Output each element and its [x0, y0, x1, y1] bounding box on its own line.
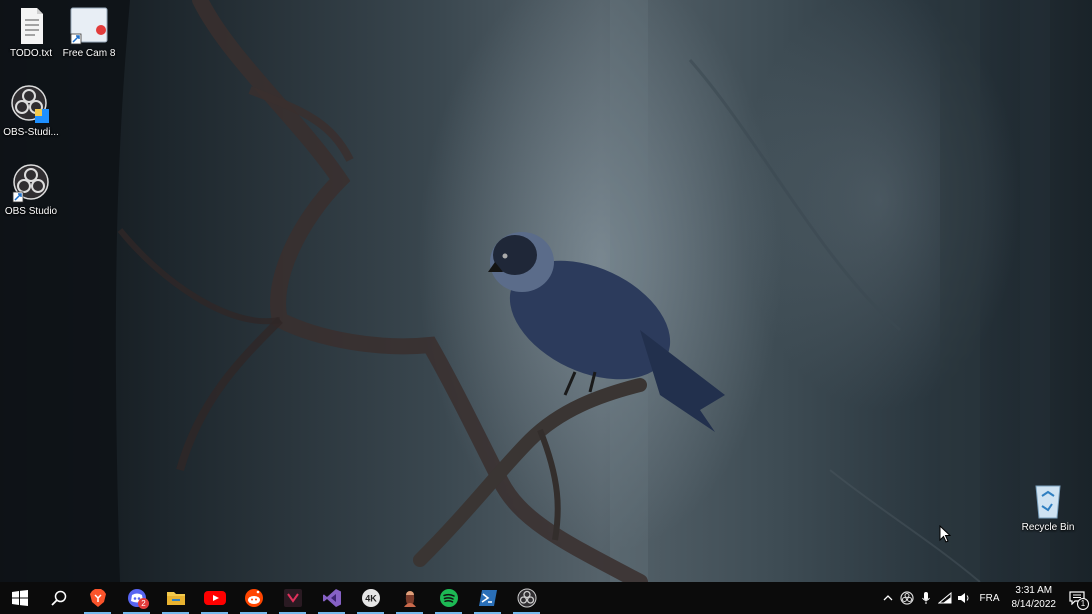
windows-logo-icon: [11, 590, 28, 606]
spotify-icon: [439, 589, 458, 607]
desktop-icon-label: Free Cam 8: [62, 48, 116, 59]
clock-date: 8/14/2022: [1011, 599, 1057, 610]
taskbar-4k-downloader[interactable]: 4K: [351, 582, 390, 614]
desktop-icon-label: TODO.txt: [9, 48, 53, 59]
folder-icon: [166, 592, 185, 605]
obs-tray-icon: [900, 591, 914, 605]
search-button[interactable]: [39, 582, 78, 614]
taskbar-spotify[interactable]: [429, 582, 468, 614]
discord-badge: 2: [138, 598, 149, 609]
obs-installer-icon: [11, 85, 49, 123]
system-tray: FRA 3:31 AM 8/14/2022 1: [879, 582, 1092, 614]
text-file-icon: [21, 8, 43, 44]
free-cam-icon: [70, 7, 108, 45]
brave-icon: [89, 589, 106, 607]
clock-time: 3:31 AM: [1015, 585, 1053, 596]
desktop-icon-obs-studio[interactable]: OBS Studio: [0, 164, 62, 217]
4k-icon: 4K: [361, 589, 380, 607]
tray-volume-button[interactable]: [955, 582, 974, 614]
taskbar-powershell[interactable]: [468, 582, 507, 614]
input-language-button[interactable]: FRA: [974, 593, 1006, 604]
taskbar-discord[interactable]: 2: [117, 582, 156, 614]
desktop-icon-free-cam[interactable]: Free Cam 8: [58, 6, 120, 59]
start-button[interactable]: [0, 582, 39, 614]
powershell-icon: [478, 590, 497, 606]
taskbar-reddit[interactable]: [234, 582, 273, 614]
notification-count-badge: 1: [1077, 598, 1089, 610]
wallpaper-image: [0, 0, 1050, 582]
microphone-icon: [922, 592, 930, 604]
show-hidden-icons-button[interactable]: [879, 582, 898, 614]
taskbar-obs[interactable]: [507, 582, 546, 614]
tray-network-button[interactable]: [936, 582, 955, 614]
mouse-cursor-icon: [939, 525, 951, 543]
taskbar-file-explorer[interactable]: [156, 582, 195, 614]
desktop-icon-recycle-bin[interactable]: Recycle Bin: [1017, 480, 1079, 533]
chevron-up-icon: [883, 595, 893, 601]
obs-icon: [517, 588, 536, 608]
taskbar-visual-studio[interactable]: [312, 582, 351, 614]
desktop-icon-label: OBS-Studi...: [3, 127, 59, 138]
action-center-button[interactable]: 1: [1062, 582, 1092, 614]
taskbar-youtube[interactable]: [195, 582, 234, 614]
taskbar: 2 4K FRA 3:31 AM 8/14/2022 1: [0, 582, 1092, 614]
desktop-icon-label: Recycle Bin: [1021, 522, 1075, 533]
recycle-bin-icon: [1035, 485, 1061, 519]
wifi-icon: [938, 592, 952, 604]
portrait-app-icon: [403, 591, 416, 607]
obs-studio-icon: [12, 164, 49, 203]
taskbar-brave[interactable]: [78, 582, 117, 614]
clock-button[interactable]: 3:31 AM 8/14/2022: [1006, 584, 1063, 612]
speaker-icon: [958, 593, 969, 603]
tray-microphone-button[interactable]: [917, 582, 936, 614]
taskbar-portrait-app[interactable]: [390, 582, 429, 614]
taskbar-davinci[interactable]: [273, 582, 312, 614]
reddit-icon: [244, 589, 263, 607]
desktop-icon-obs-installer[interactable]: OBS-Studi...: [0, 85, 62, 138]
tray-obs-button[interactable]: [898, 582, 917, 614]
svg-text:4K: 4K: [365, 594, 377, 604]
visual-studio-icon: [322, 589, 341, 607]
resolve-icon: [283, 589, 302, 607]
desktop-icon-todo[interactable]: TODO.txt: [0, 6, 62, 59]
desktop-icon-label: OBS Studio: [4, 206, 58, 217]
youtube-icon: [203, 591, 226, 605]
search-icon: [50, 590, 66, 606]
desktop: TODO.txt Free Cam 8 OBS-Studi... OBS Stu…: [0, 0, 1092, 582]
